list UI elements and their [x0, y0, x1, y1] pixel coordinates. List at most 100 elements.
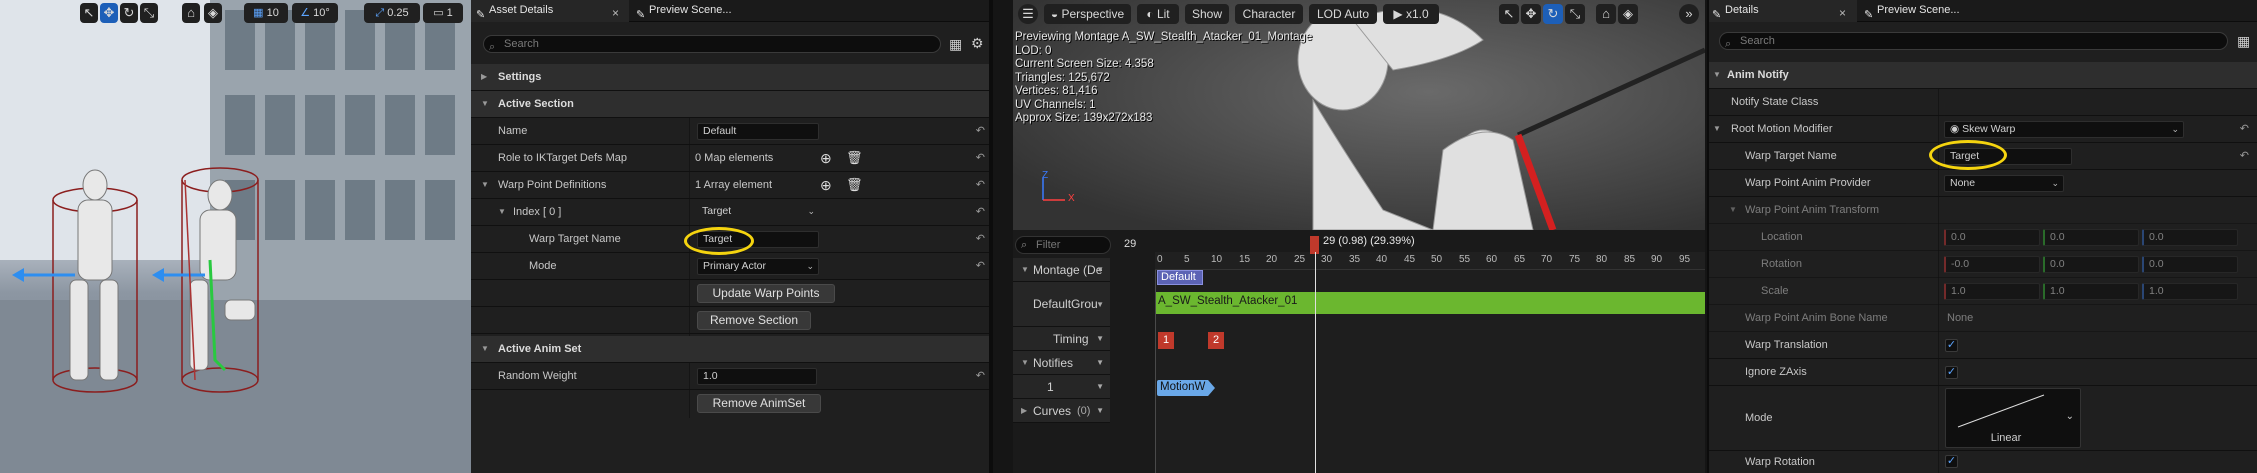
curve-mode-picker[interactable]: ⌄ Linear: [1945, 388, 2081, 448]
asset-details-search[interactable]: ⌕ Search: [483, 35, 941, 53]
rotate-mode-icon[interactable]: ↻: [1543, 4, 1563, 24]
chevron-down-icon[interactable]: ▼: [1096, 399, 1104, 423]
warp-translation-checkbox[interactable]: ✓: [1945, 339, 1958, 352]
angle-snap-toggle[interactable]: ∠ 10°: [292, 3, 338, 23]
remove-animset-button[interactable]: Remove AnimSet: [697, 394, 821, 413]
scale-z-field[interactable]: 1.0: [2142, 283, 2238, 300]
panel-splitter[interactable]: [989, 0, 993, 473]
play-speed-button[interactable]: ▶ x1.0: [1383, 4, 1439, 24]
chevron-down-icon[interactable]: ▼: [1096, 282, 1104, 327]
chevron-down-icon[interactable]: ▼: [1096, 351, 1104, 375]
chevron-down-icon[interactable]: ▼: [1096, 327, 1104, 351]
location-x-field[interactable]: 0.0: [1944, 229, 2040, 246]
surface-snap-icon[interactable]: ◈: [1618, 4, 1638, 24]
lod-button[interactable]: LOD Auto: [1309, 4, 1377, 24]
scale-mode-icon[interactable]: ⤡: [140, 3, 158, 23]
timeline-filter[interactable]: ⌕ Filter: [1015, 236, 1111, 254]
chevron-down-icon[interactable]: ▼: [1096, 258, 1104, 282]
table-view-icon[interactable]: ▦: [2237, 33, 2250, 50]
add-element-icon[interactable]: ⊕: [820, 177, 832, 194]
timeline-ruler[interactable]: 0 5 10 15 20 25 30 35 40 45 50 55 60 65 …: [1155, 252, 1705, 270]
coordinate-space-icon[interactable]: ⌂: [1596, 4, 1616, 24]
delete-icon[interactable]: 🗑: [846, 177, 863, 193]
update-warp-points-button[interactable]: Update Warp Points: [697, 284, 835, 303]
notify-state-bar[interactable]: MotionW: [1157, 380, 1215, 396]
index-target-dropdown[interactable]: Target ⌄: [697, 204, 819, 221]
grid-snap-toggle[interactable]: ▦ 10: [244, 3, 288, 23]
anim-notify-header[interactable]: ▼ Anim Notify: [1707, 62, 2257, 89]
close-icon[interactable]: ×: [1839, 3, 1846, 23]
settings-section[interactable]: ▶ Settings: [471, 64, 993, 91]
move-mode-icon[interactable]: ✥: [100, 3, 118, 23]
reset-icon[interactable]: ↶: [976, 369, 985, 382]
lit-button[interactable]: ◐ Lit: [1137, 4, 1179, 24]
active-section-header[interactable]: ▼ Active Section: [471, 91, 993, 118]
reset-icon[interactable]: ↶: [976, 124, 985, 137]
reset-icon[interactable]: ↶: [976, 178, 985, 191]
montage-track[interactable]: ▼ Montage (De ▼: [1013, 258, 1110, 282]
rotation-z-field[interactable]: 0.0: [2142, 256, 2238, 273]
location-y-field[interactable]: 0.0: [2043, 229, 2139, 246]
tab-preview-scene[interactable]: ✎ Preview Scene...: [1859, 0, 2059, 22]
index-row[interactable]: ▼ Index [ 0 ] Target ⌄ ↶: [471, 199, 993, 226]
reset-icon[interactable]: ↶: [976, 259, 985, 272]
move-mode-icon[interactable]: ✥: [1521, 4, 1541, 24]
root-motion-modifier-dropdown[interactable]: ◉ Skew Warp ⌄: [1944, 121, 2184, 138]
tab-asset-details[interactable]: ✎ Asset Details ×: [471, 0, 629, 22]
reset-icon[interactable]: ↶: [976, 151, 985, 164]
curves-track[interactable]: ▶ Curves (0) ▼: [1013, 399, 1110, 423]
active-anim-set-header[interactable]: ▼ Active Anim Set: [471, 336, 993, 363]
anim-segment[interactable]: A_SW_Stealth_Atacker_01: [1155, 292, 1705, 314]
perspective-button[interactable]: ◒ Perspective: [1044, 4, 1131, 24]
timing-marker[interactable]: 2: [1208, 332, 1224, 349]
close-icon[interactable]: ×: [612, 3, 619, 23]
scale-snap-toggle[interactable]: ⤢ 0.25: [364, 3, 420, 23]
hamburger-menu-icon[interactable]: ☰: [1018, 4, 1038, 24]
settings-gear-icon[interactable]: ⚙: [971, 35, 984, 52]
warp-point-definitions-row[interactable]: ▼ Warp Point Definitions 1 Array element…: [471, 172, 993, 199]
mode-dropdown[interactable]: Primary Actor ⌄: [697, 258, 819, 275]
notify-track-1[interactable]: 1 ▼: [1013, 375, 1110, 399]
warp-provider-dropdown[interactable]: None ⌄: [1944, 175, 2064, 192]
tab-preview-scene[interactable]: ✎ Preview Scene...: [631, 0, 831, 22]
ignore-zaxis-checkbox[interactable]: ✓: [1945, 366, 1958, 379]
select-mode-icon[interactable]: ↖: [80, 3, 98, 23]
tab-details[interactable]: ✎ Details ×: [1707, 0, 1857, 22]
root-motion-modifier-row[interactable]: ▼ Root Motion Modifier ◉ Skew Warp ⌄ ↶: [1707, 116, 2257, 143]
show-button[interactable]: Show: [1185, 4, 1229, 24]
more-options-icon[interactable]: »: [1679, 4, 1699, 24]
coordinate-space-icon[interactable]: ⌂: [182, 3, 200, 23]
timing-track[interactable]: Timing ▼: [1013, 327, 1110, 351]
delete-icon[interactable]: 🗑: [846, 150, 863, 166]
reset-icon[interactable]: ↶: [976, 205, 985, 218]
level-viewport[interactable]: ↖ ✥ ↻ ⤡ ⌂ ◈ ▦ 10 ∠ 10° ⤢ 0.25 ▭ 1: [0, 0, 471, 473]
location-z-field[interactable]: 0.0: [2142, 229, 2238, 246]
surface-snap-icon[interactable]: ◈: [204, 3, 222, 23]
scale-y-field[interactable]: 1.0: [2043, 283, 2139, 300]
rotation-y-field[interactable]: 0.0: [2043, 256, 2139, 273]
rotate-mode-icon[interactable]: ↻: [120, 3, 138, 23]
scale-x-field[interactable]: 1.0: [1944, 283, 2040, 300]
character-button[interactable]: Character: [1235, 4, 1303, 24]
chevron-down-icon[interactable]: ▼: [1096, 375, 1104, 399]
timing-marker[interactable]: 1: [1158, 332, 1174, 349]
warp-transform-row[interactable]: ▼ Warp Point Anim Transform: [1707, 197, 2257, 224]
reset-icon[interactable]: ↶: [2240, 122, 2249, 135]
default-group-track[interactable]: DefaultGrou ▼: [1013, 282, 1110, 327]
reset-icon[interactable]: ↶: [976, 232, 985, 245]
reset-icon[interactable]: ↶: [2240, 149, 2249, 162]
table-view-icon[interactable]: ▦: [949, 36, 962, 53]
select-mode-icon[interactable]: ↖: [1499, 4, 1519, 24]
scale-mode-icon[interactable]: ⤡: [1565, 4, 1585, 24]
default-section-tag[interactable]: Default: [1157, 270, 1203, 285]
random-weight-field[interactable]: 1.0: [697, 368, 817, 385]
notifies-track[interactable]: ▼ Notifies ▼: [1013, 351, 1110, 375]
preview-viewport[interactable]: ☰ ◒ Perspective ◐ Lit Show Character LOD…: [1013, 0, 1705, 230]
name-field[interactable]: Default: [697, 123, 819, 140]
camera-speed-button[interactable]: ▭ 1: [423, 3, 463, 23]
remove-section-button[interactable]: Remove Section: [697, 311, 811, 330]
add-element-icon[interactable]: ⊕: [820, 150, 832, 167]
warp-rotation-checkbox[interactable]: ✓: [1945, 455, 1958, 468]
details-search[interactable]: ⌕ Search: [1719, 32, 2228, 50]
rotation-x-field[interactable]: -0.0: [1944, 256, 2040, 273]
